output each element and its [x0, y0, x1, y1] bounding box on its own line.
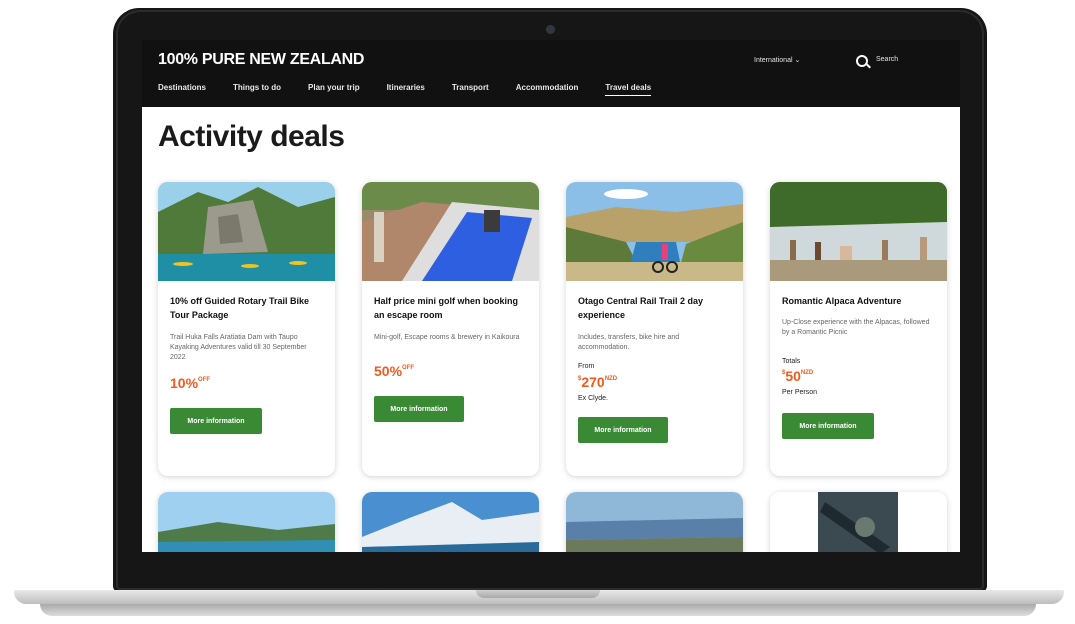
price-unit: NZD: [604, 376, 618, 382]
deal-discount: 10%OFF: [170, 375, 210, 391]
nav-item-things-to-do[interactable]: Things to do: [233, 83, 281, 96]
deal-card[interactable]: [362, 492, 539, 552]
laptop-notch: [476, 590, 600, 598]
deal-card[interactable]: 10% off Guided Rotary Trail Bike Tour Pa…: [158, 182, 335, 476]
nav-item-plan-your-trip[interactable]: Plan your trip: [308, 83, 360, 96]
nav-item-destinations[interactable]: Destinations: [158, 83, 206, 96]
nav-item-transport[interactable]: Transport: [452, 83, 489, 96]
deal-description: Includes, transfers, bike hire and accom…: [578, 334, 680, 351]
deal-card[interactable]: Otago Central Rail Trail 2 day experienc…: [566, 182, 743, 476]
nav-item-accommodation[interactable]: Accommodation: [516, 83, 579, 96]
more-information-button[interactable]: More information: [374, 396, 464, 422]
site-header: 100% PURE NEW ZEALAND International ⌄ Se…: [142, 40, 960, 107]
deal-title[interactable]: Romantic Alpaca Adventure: [782, 294, 937, 308]
more-information-button[interactable]: More information: [170, 408, 262, 434]
deal-image-mountain-lake: [362, 492, 539, 552]
deal-image-mini-golf: [362, 182, 539, 281]
deal-title[interactable]: Half price mini golf when booking an esc…: [374, 294, 529, 322]
webcam: [547, 26, 554, 33]
laptop-base-shadow: [40, 604, 1036, 616]
deal-title[interactable]: Otago Central Rail Trail 2 day experienc…: [578, 294, 733, 322]
region-selector[interactable]: International ⌄: [754, 56, 800, 64]
deal-price: $270NZD: [578, 374, 617, 390]
more-information-button[interactable]: More information: [782, 413, 874, 439]
deal-title[interactable]: 10% off Guided Rotary Trail Bike Tour Pa…: [170, 294, 325, 322]
deal-card[interactable]: [158, 492, 335, 552]
deal-price: $50NZD: [782, 368, 813, 384]
price-suffix: Ex Clyde.: [578, 395, 608, 402]
deal-image-coastal-bay: [158, 492, 335, 552]
search-icon[interactable]: [856, 55, 868, 67]
deal-discount-suffix: OFF: [402, 365, 415, 371]
site-logo[interactable]: 100% PURE NEW ZEALAND: [158, 51, 364, 69]
deal-image-cyclist-closeup: [770, 492, 947, 552]
search-button[interactable]: Search: [876, 56, 898, 63]
deal-image-rail-trail-cyclist: [566, 182, 743, 281]
deal-discount: 50%OFF: [374, 363, 414, 379]
deal-description: Mini-golf, Escape rooms & brewery in Kai…: [374, 334, 520, 341]
more-information-button[interactable]: More information: [578, 417, 668, 443]
price-suffix: Per Person: [782, 389, 818, 396]
deal-discount-suffix: OFF: [198, 377, 211, 383]
page-title: Activity deals: [158, 120, 345, 153]
nav-item-travel-deals[interactable]: Travel deals: [605, 83, 652, 96]
deal-description: Up-Close experience with the Alpacas, fo…: [782, 319, 930, 336]
browser-viewport: 100% PURE NEW ZEALAND International ⌄ Se…: [142, 40, 960, 552]
deal-description: Trail Huka Falls Aratiatia Dam with Taup…: [170, 334, 307, 361]
deal-image-rock-carving-kayaks: [158, 182, 335, 281]
nav-item-itineraries[interactable]: Itineraries: [387, 83, 425, 96]
deal-card[interactable]: Half price mini golf when booking an esc…: [362, 182, 539, 476]
price-unit: NZD: [800, 370, 814, 376]
price-value: 270: [581, 374, 605, 390]
price-prefix: From: [578, 363, 595, 370]
deal-card[interactable]: Romantic Alpaca Adventure Up-Close exper…: [770, 182, 947, 476]
price-value: 50: [785, 368, 801, 384]
deal-discount-value: 10%: [170, 375, 199, 391]
main-nav: Destinations Things to do Plan your trip…: [158, 83, 678, 96]
deal-discount-value: 50%: [374, 363, 403, 379]
deal-card[interactable]: [770, 492, 947, 552]
price-prefix: Totals: [782, 358, 801, 365]
deal-image-lake-view: [566, 492, 743, 552]
deal-image-alpaca-picnic: [770, 182, 947, 281]
deal-card[interactable]: [566, 492, 743, 552]
